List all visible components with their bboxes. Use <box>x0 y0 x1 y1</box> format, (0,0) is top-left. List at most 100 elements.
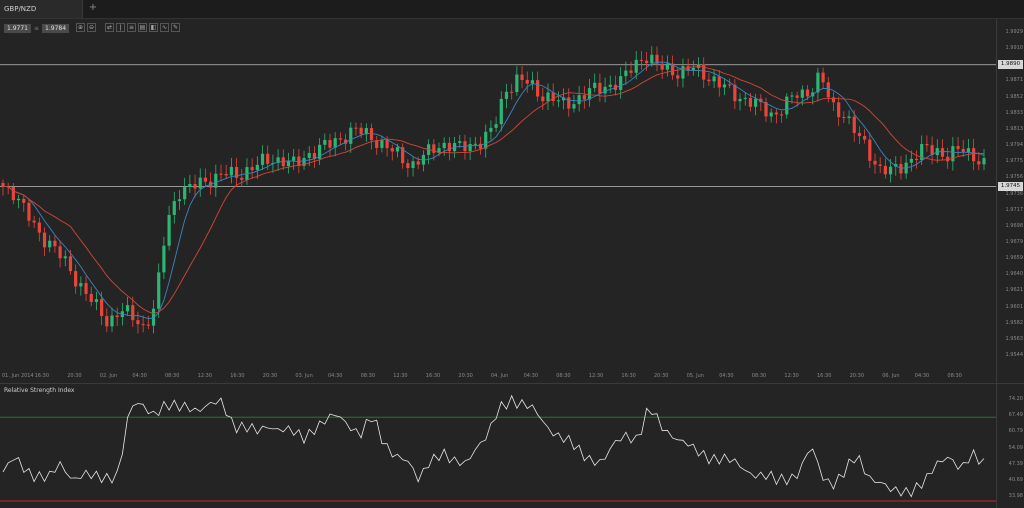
ask-price[interactable]: 1.9784 <box>42 24 70 33</box>
zoom-out-icon[interactable]: ⊖ <box>87 23 96 32</box>
studies-icon[interactable]: ∿ <box>160 23 169 32</box>
candle-body <box>125 305 130 312</box>
screenshot-icon[interactable]: ◧ <box>149 23 158 32</box>
candle-body <box>442 142 446 149</box>
rsi-tick-label: 54.09 <box>1008 444 1023 451</box>
candle-body <box>863 136 867 140</box>
candle-body <box>11 186 15 201</box>
candle-body <box>157 272 161 309</box>
candle-body <box>203 177 208 182</box>
candle-body <box>494 124 498 128</box>
price-chart[interactable]: 1.9771 ≡ 1.9784 ⊕ ⊖ ⇄ ǀ ≡ ▤ ◧ ∿ ✎ 01. Jun 2014 16… <box>0 19 996 383</box>
bid-price[interactable]: 1.9771 <box>4 24 31 33</box>
candle-body <box>84 283 88 294</box>
candle-body <box>676 75 680 79</box>
candle-body <box>551 92 555 101</box>
add-tab-button[interactable]: + <box>84 0 102 18</box>
candle-body <box>795 95 799 98</box>
candle-body <box>58 246 62 259</box>
price-tick-label: 1.9756 <box>1005 174 1024 181</box>
candle-body <box>660 63 664 70</box>
candle-body <box>634 59 638 73</box>
candle-body <box>504 91 509 99</box>
candle-body <box>385 139 389 149</box>
candle-body <box>712 76 716 82</box>
candle-body <box>198 177 202 189</box>
candle-body <box>977 161 981 165</box>
candle-body <box>593 82 597 89</box>
candle-body <box>779 114 784 116</box>
candle-body <box>608 84 612 87</box>
candle-body <box>406 163 410 169</box>
tab-gbp-nzd[interactable]: GBP/NZD <box>0 0 83 18</box>
candle-body <box>510 91 514 93</box>
price-tick-label: 1.9601 <box>1005 303 1024 310</box>
quote-separator-icon: ≡ <box>34 25 40 32</box>
rsi-tick-label: 67.49 <box>1008 412 1023 419</box>
candle-body <box>842 117 846 119</box>
time-tick-label: 20:30 <box>654 373 669 379</box>
price-tick-label: 1.9852 <box>1005 93 1024 100</box>
time-tick-label: 04:30 <box>719 373 734 379</box>
candle-body <box>878 164 882 166</box>
price-level-upper-tag: 1.9890 <box>998 60 1023 70</box>
candle-body <box>349 127 353 144</box>
price-level-lower-tag: 1.9745 <box>998 181 1023 191</box>
candle-body <box>89 293 93 302</box>
candle-body <box>183 187 187 200</box>
candle-body <box>307 153 311 158</box>
candle-body <box>754 98 758 107</box>
price-tick-label: 1.9563 <box>1005 335 1024 342</box>
rsi-panel[interactable]: Relative Strength Index <box>0 383 996 508</box>
chart-toolbar: ⊕ ⊖ ⇄ ǀ ≡ ▤ ◧ ∿ ✎ <box>76 23 180 32</box>
candle-body <box>556 100 560 102</box>
zoom-in-icon[interactable]: ⊕ <box>76 23 85 32</box>
price-tick-label: 1.9544 <box>1005 352 1024 358</box>
time-tick-label: 08:30 <box>360 373 376 379</box>
price-tick-label: 1.9813 <box>1005 125 1024 132</box>
candle-body <box>255 164 259 171</box>
candle-body <box>240 177 244 180</box>
candle-body <box>733 84 737 102</box>
price-tick-label: 1.9659 <box>1005 255 1024 262</box>
candle-body <box>115 315 119 318</box>
candle-body <box>32 220 36 223</box>
candles-icon[interactable]: ǀ <box>116 23 125 32</box>
candle-body <box>193 183 197 189</box>
candle-body <box>354 127 358 129</box>
chart-type-icon[interactable]: ⇄ <box>105 23 114 32</box>
candle-body <box>650 54 654 64</box>
time-tick-label: 08:30 <box>751 373 767 379</box>
rsi-canvas <box>0 394 996 502</box>
price-tick-label: 1.9910 <box>1005 45 1024 52</box>
moving-average-fast <box>2 61 985 319</box>
indicators-icon[interactable]: ≡ <box>127 23 136 32</box>
price-tick-label: 1.9621 <box>1005 287 1024 294</box>
candle-body <box>323 140 327 145</box>
draw-icon[interactable]: ✎ <box>171 23 180 32</box>
rsi-tick-label: 47.39 <box>1008 460 1023 467</box>
candle-body <box>416 161 420 165</box>
time-tick-label: 04. Jun <box>491 373 509 379</box>
price-tick-label: 1.9871 <box>1005 77 1024 84</box>
time-tick-label: 16:30 <box>621 373 636 379</box>
candle-body <box>338 138 342 140</box>
time-tick-label: 12:30 <box>588 373 604 379</box>
candle-body <box>27 202 31 221</box>
candle-body <box>541 96 545 102</box>
candle-body <box>603 86 607 94</box>
candle-body <box>774 112 778 115</box>
moving-average-slow <box>2 66 985 315</box>
candle-body <box>681 66 685 79</box>
time-tick-label: 20:30 <box>67 373 82 379</box>
time-tick-label: 04:30 <box>914 373 930 379</box>
candle-body <box>515 74 519 93</box>
template-icon[interactable]: ▤ <box>138 23 147 32</box>
price-axis: 1.9929 1.9910 1.9890 1.9871 1.9852 1.9833 1.98… <box>996 19 1024 383</box>
candle-body <box>852 116 856 133</box>
price-tick-label: 1.9640 <box>1005 271 1024 278</box>
candle-body <box>68 256 73 272</box>
candle-body <box>188 183 192 188</box>
candle-body <box>619 76 623 90</box>
candle-body <box>598 82 602 94</box>
